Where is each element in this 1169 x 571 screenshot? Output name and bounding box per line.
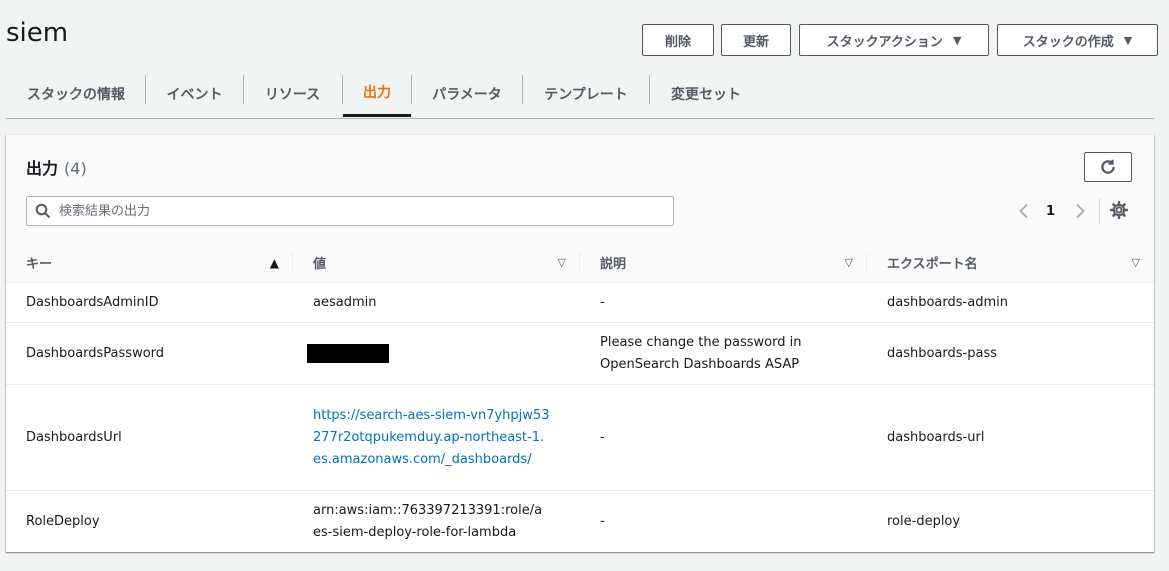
outputs-count: (4)	[64, 159, 87, 178]
sort-icon[interactable]: ▽	[558, 256, 566, 269]
tab-events[interactable]: イベント	[146, 70, 243, 117]
update-button[interactable]: 更新	[721, 24, 791, 56]
output-value: aesadmin	[293, 282, 580, 323]
table-row: DashboardsPassword Please change the pas…	[6, 322, 1154, 385]
output-value: arn:aws:iam::763397213391:role/aes-siem-…	[313, 502, 543, 540]
stack-actions-button[interactable]: スタックアクション ▼	[799, 24, 989, 56]
output-key: DashboardsAdminID	[6, 282, 293, 323]
output-key: RoleDeploy	[26, 513, 100, 529]
next-page-button[interactable]	[1074, 201, 1086, 221]
column-header-value-label: 値	[313, 257, 327, 272]
output-description: -	[580, 384, 867, 491]
table-row: DashboardsUrl https://search-aes-siem-vn…	[6, 384, 1154, 491]
delete-button[interactable]: 削除	[642, 24, 714, 56]
output-description: -	[580, 282, 867, 323]
tab-bar: スタックの情報 イベント リソース 出力 パラメータ テンプレート 変更セット	[6, 70, 1154, 119]
stack-actions-label: スタックアクション	[826, 34, 943, 50]
column-header-description[interactable]: 説明 ▽	[580, 243, 867, 283]
output-key: DashboardsPassword	[6, 322, 293, 385]
create-stack-button[interactable]: スタックの作成 ▼	[997, 24, 1158, 56]
column-header-key[interactable]: キー ▲	[6, 243, 293, 283]
table-row: DashboardsAdminID aesadmin - dashboards-…	[6, 282, 1154, 323]
output-description: -	[600, 513, 605, 529]
refresh-icon	[1101, 159, 1115, 174]
tab-change-sets[interactable]: 変更セット	[650, 70, 762, 117]
caret-down-icon: ▼	[1123, 33, 1133, 47]
gear-icon	[1110, 201, 1128, 219]
table-header-row: キー ▲ 値 ▽ 説明 ▽ エクスポート名 ▽	[6, 243, 1154, 283]
create-stack-label: スタックの作成	[1022, 34, 1114, 50]
output-export-name: dashboards-url	[867, 384, 1154, 491]
column-header-value[interactable]: 値 ▽	[293, 243, 580, 283]
tab-template[interactable]: テンプレート	[523, 70, 649, 117]
search-input[interactable]	[57, 197, 661, 225]
page-number[interactable]: 1	[1046, 201, 1055, 221]
output-value: https://search-aes-siem-vn7yhpjw53277r2o…	[293, 384, 580, 491]
refresh-button[interactable]	[1084, 152, 1132, 182]
column-header-description-label: 説明	[600, 257, 627, 272]
page-title: siem	[6, 18, 69, 48]
pager-divider	[1099, 198, 1100, 224]
search-field[interactable]	[26, 196, 674, 226]
sort-icon[interactable]: ▽	[845, 256, 853, 269]
preferences-button[interactable]	[1110, 201, 1128, 219]
tab-outputs[interactable]: 出力	[343, 70, 411, 117]
sort-icon[interactable]: ▽	[1132, 256, 1140, 269]
output-description: Please change the password in OpenSearch…	[580, 322, 867, 385]
chevron-right-icon	[1076, 203, 1085, 219]
dashboards-url-link[interactable]: https://search-aes-siem-vn7yhpjw53277r2o…	[313, 408, 549, 467]
outputs-panel: 出力 (4) 1	[6, 134, 1154, 552]
caret-down-icon: ▼	[952, 33, 962, 47]
column-header-key-label: キー	[26, 257, 53, 272]
output-export-name: role-deploy	[887, 513, 961, 529]
column-header-export-name[interactable]: エクスポート名 ▽	[867, 243, 1154, 283]
outputs-panel-header: 出力 (4) 1	[6, 135, 1154, 244]
prev-page-button[interactable]	[1018, 201, 1030, 221]
search-icon	[35, 203, 51, 219]
chevron-left-icon	[1019, 203, 1028, 219]
table-row: RoleDeploy arn:aws:iam::763397213391:rol…	[6, 491, 1154, 553]
output-value	[293, 322, 580, 385]
output-export-name: dashboards-pass	[867, 322, 1154, 385]
update-button-label: 更新	[742, 34, 769, 50]
delete-button-label: 削除	[664, 34, 691, 50]
tab-parameters[interactable]: パラメータ	[412, 70, 522, 117]
output-export-name: dashboards-admin	[867, 282, 1154, 323]
outputs-title-text: 出力	[26, 159, 59, 178]
outputs-table: キー ▲ 値 ▽ 説明 ▽ エクスポート名 ▽ DashboardsAdminI…	[6, 243, 1154, 553]
output-key: DashboardsUrl	[6, 384, 293, 491]
tab-resources[interactable]: リソース	[244, 70, 341, 117]
outputs-panel-title: 出力 (4)	[26, 155, 87, 179]
redacted-value	[307, 343, 389, 363]
sort-ascending-icon[interactable]: ▲	[270, 256, 279, 270]
column-header-export-name-label: エクスポート名	[887, 257, 978, 272]
tab-stack-info[interactable]: スタックの情報	[6, 70, 146, 117]
